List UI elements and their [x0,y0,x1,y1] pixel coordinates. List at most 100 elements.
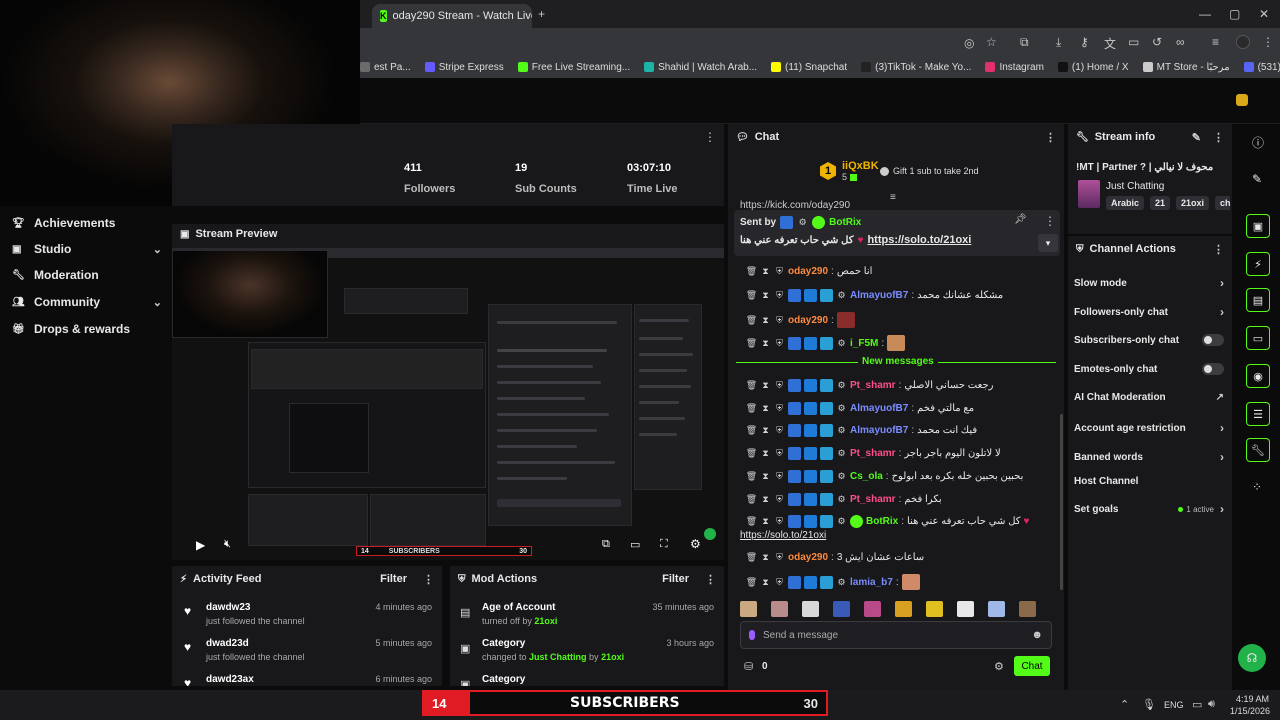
chat-message[interactable]: 🗑︎ ⧗ ⛨ ⚙ AlmayuofB7: مع مالتي فخم [746,402,1054,415]
mod-action-user[interactable]: 21oxi [601,652,624,662]
top-gifter[interactable]: 1 iiQxBK 5 [820,160,879,182]
document-icon[interactable]: ▤ [1246,288,1270,312]
channel-action-banned-words[interactable]: Banned words › [1074,450,1224,464]
delete-icon[interactable]: 🗑︎ [746,266,757,277]
more-icon[interactable]: ⋮ [423,573,434,586]
chevron-right-icon[interactable]: › [1220,502,1224,516]
ban-icon[interactable]: ⛨ [774,338,785,349]
more-icon[interactable]: ⋮ [1045,131,1056,144]
chat-username[interactable]: Cs_ola [850,471,883,482]
chat-message[interactable]: 🗑︎ ⧗ ⛨ ⚙ Pt_shamr: رجعت حساني الاصلي [746,379,1054,392]
sidebar-item-achievements[interactable]: 🏆︎ Achievements [12,216,162,230]
mod-action-item[interactable]: ▣ Category changed to Just Chatting by 21o… [460,638,714,662]
bookmark-item[interactable]: est Pa... [360,62,411,73]
stream-tag[interactable]: 21oxi [1176,196,1210,210]
stream-tag[interactable]: 21 [1150,196,1171,210]
chat-message[interactable]: 🗑︎ ⧗ ⛨ ⚙ Pt_shamr: بكرا فخم [746,493,1054,506]
delete-icon[interactable]: 🗑︎ [746,380,757,391]
chat-message[interactable]: 🗑︎ ⧗ ⛨ ⚙ Cs_ola: بحبين بحبين خله بكره بعد ابو… [746,470,1054,483]
ban-icon[interactable]: ⛨ [774,290,785,301]
language-indicator[interactable]: ENG [1164,700,1184,710]
broadcast-icon[interactable]: ◉ [1246,364,1270,388]
chevron-down-icon[interactable]: ▾ [1038,234,1058,252]
sidebar-item-studio[interactable]: ▣ Studio ⌄ [12,242,162,256]
more-icon[interactable]: ⋮ [705,573,716,586]
bookmark-item[interactable]: Stripe Express [424,62,504,73]
bookmark-item[interactable]: Free Live Streaming... [517,62,630,73]
wrench-icon[interactable]: 🔧︎ [1246,438,1270,462]
emote-icon[interactable] [740,601,757,617]
ban-icon[interactable]: ⛨ [774,552,785,563]
chat-message[interactable]: 🗑︎ ⧗ ⛨ oday290: ساعات عشان ايش 3 [746,552,1054,563]
star-icon[interactable]: ☆ [986,35,997,49]
sidebar-item-moderation[interactable]: 🔧︎ Moderation [12,268,162,282]
pip-icon[interactable]: ⧉ [602,538,610,551]
more-icon[interactable]: ⋮ [1213,131,1224,144]
chevron-right-icon[interactable]: › [1220,421,1224,435]
mic-icon[interactable] [749,630,755,640]
download-icon[interactable]: ⤓ [1056,35,1061,50]
settings-icon[interactable]: ⚙ [690,537,701,551]
edit-icon[interactable]: ✎ [1192,131,1201,144]
avatar[interactable] [1236,35,1250,49]
toggle-switch[interactable] [1202,334,1224,346]
ban-icon[interactable]: ⛨ [774,266,785,277]
channel-action-set-goals[interactable]: Set goals 1 active › [1074,502,1224,516]
delete-icon[interactable]: 🗑︎ [746,338,757,349]
chat-username[interactable]: lamia_b7 [850,577,893,588]
delete-icon[interactable]: 🗑︎ [746,471,757,482]
volume-icon[interactable]: 🔊︎ [1208,698,1215,711]
more-icon[interactable]: ⋮ [1213,243,1224,256]
settings-icon[interactable]: ⚙ [994,660,1004,673]
chat-username[interactable]: Pt_shamr [850,448,896,459]
more-icon[interactable]: ⋮ [704,130,716,144]
activity-feed-item[interactable]: ♥ dwad23d just followed the channel 5 minut… [182,638,432,662]
chevron-right-icon[interactable]: › [1220,276,1224,290]
fullscreen-icon[interactable]: ⛶ [660,538,668,551]
channel-action-followers-only-chat[interactable]: Followers-only chat › [1074,305,1224,319]
mod-action-item[interactable]: ▤ Age of Account turned off by 21oxi 35 min… [460,602,714,626]
timeout-icon[interactable]: ⧗ [760,494,771,505]
emote-icon[interactable] [802,601,819,617]
reading-list-icon[interactable]: ≡ [1212,35,1219,49]
maximize-icon[interactable]: ▢ [1229,7,1240,21]
ban-icon[interactable]: ⛨ [774,448,785,459]
chat-username[interactable]: BotRix [866,516,898,527]
emote-icon[interactable] [926,601,943,617]
bookmark-item[interactable]: (1) Home / X [1057,62,1129,73]
pinned-link[interactable]: https://solo.to/21oxi [867,234,971,246]
link-icon[interactable]: ∞ [1176,35,1185,49]
info-icon[interactable]: ⓘ [1252,134,1264,151]
new-tab-icon[interactable]: + [538,7,545,21]
play-icon[interactable]: ▶ [196,538,205,552]
chevron-right-icon[interactable]: › [1220,305,1224,319]
channel-action-ai-chat-moderation[interactable]: AI Chat Moderation ↗ [1074,392,1224,403]
sidebar-item-community[interactable]: 👥︎ Community ⌄ [12,295,162,309]
channel-action-slow-mode[interactable]: Slow mode › [1074,276,1224,290]
chevron-down-icon[interactable]: ⌄ [153,243,162,256]
bookmark-item[interactable]: (11) Snapchat [771,62,847,73]
delete-icon[interactable]: 🗑︎ [746,315,757,326]
channel-action-account-age-restriction[interactable]: Account age restriction › [1074,421,1224,435]
chat-message[interactable]: 🗑︎ ⧗ ⛨ oday290: [746,312,1054,328]
key-icon[interactable]: ⚷ [1080,35,1089,49]
chat-username[interactable]: AlmayuofB7 [850,425,908,436]
botrix-link[interactable]: https://solo.to/21oxi [740,530,826,541]
ban-icon[interactable]: ⛨ [774,516,785,527]
chat-message[interactable]: 🗑︎ ⧗ ⛨ ⚙ i_F5M: [746,335,1054,351]
emote-icon[interactable] [833,601,850,617]
mod-action-user[interactable]: 21oxi [534,616,557,626]
tab-active[interactable]: K oday290 Stream - Watch Live o ✕ [372,4,532,28]
chat-username[interactable]: AlmayuofB7 [850,290,908,301]
timeout-icon[interactable]: ⧗ [760,266,771,277]
timeout-icon[interactable]: ⧗ [760,577,771,588]
stream-tag[interactable]: chi [1215,196,1230,210]
mic-icon[interactable]: 🎙︎ [1142,698,1156,711]
chat-message[interactable]: 🗑︎ ⧗ ⛨ ⚙ BotRix: كل شي حاب تعرفه عني هنا ♥ [746,515,1054,528]
ban-icon[interactable]: ⛨ [774,425,785,436]
chat-message[interactable]: 🗑︎ ⧗ ⛨ ⚙ AlmayuofB7: فيك انت محمد [746,424,1054,437]
preview-video[interactable]: 14 SUBSCRIBERS 30 ▶ 🔇︎ ⧉ ▭ ⛶ ⚙ [172,248,724,560]
mod-action-category[interactable]: Just Chatting [529,652,587,662]
mod-action-item[interactable]: ▣ Category [460,674,714,686]
emoji-icon[interactable]: ☻ [1031,629,1043,641]
